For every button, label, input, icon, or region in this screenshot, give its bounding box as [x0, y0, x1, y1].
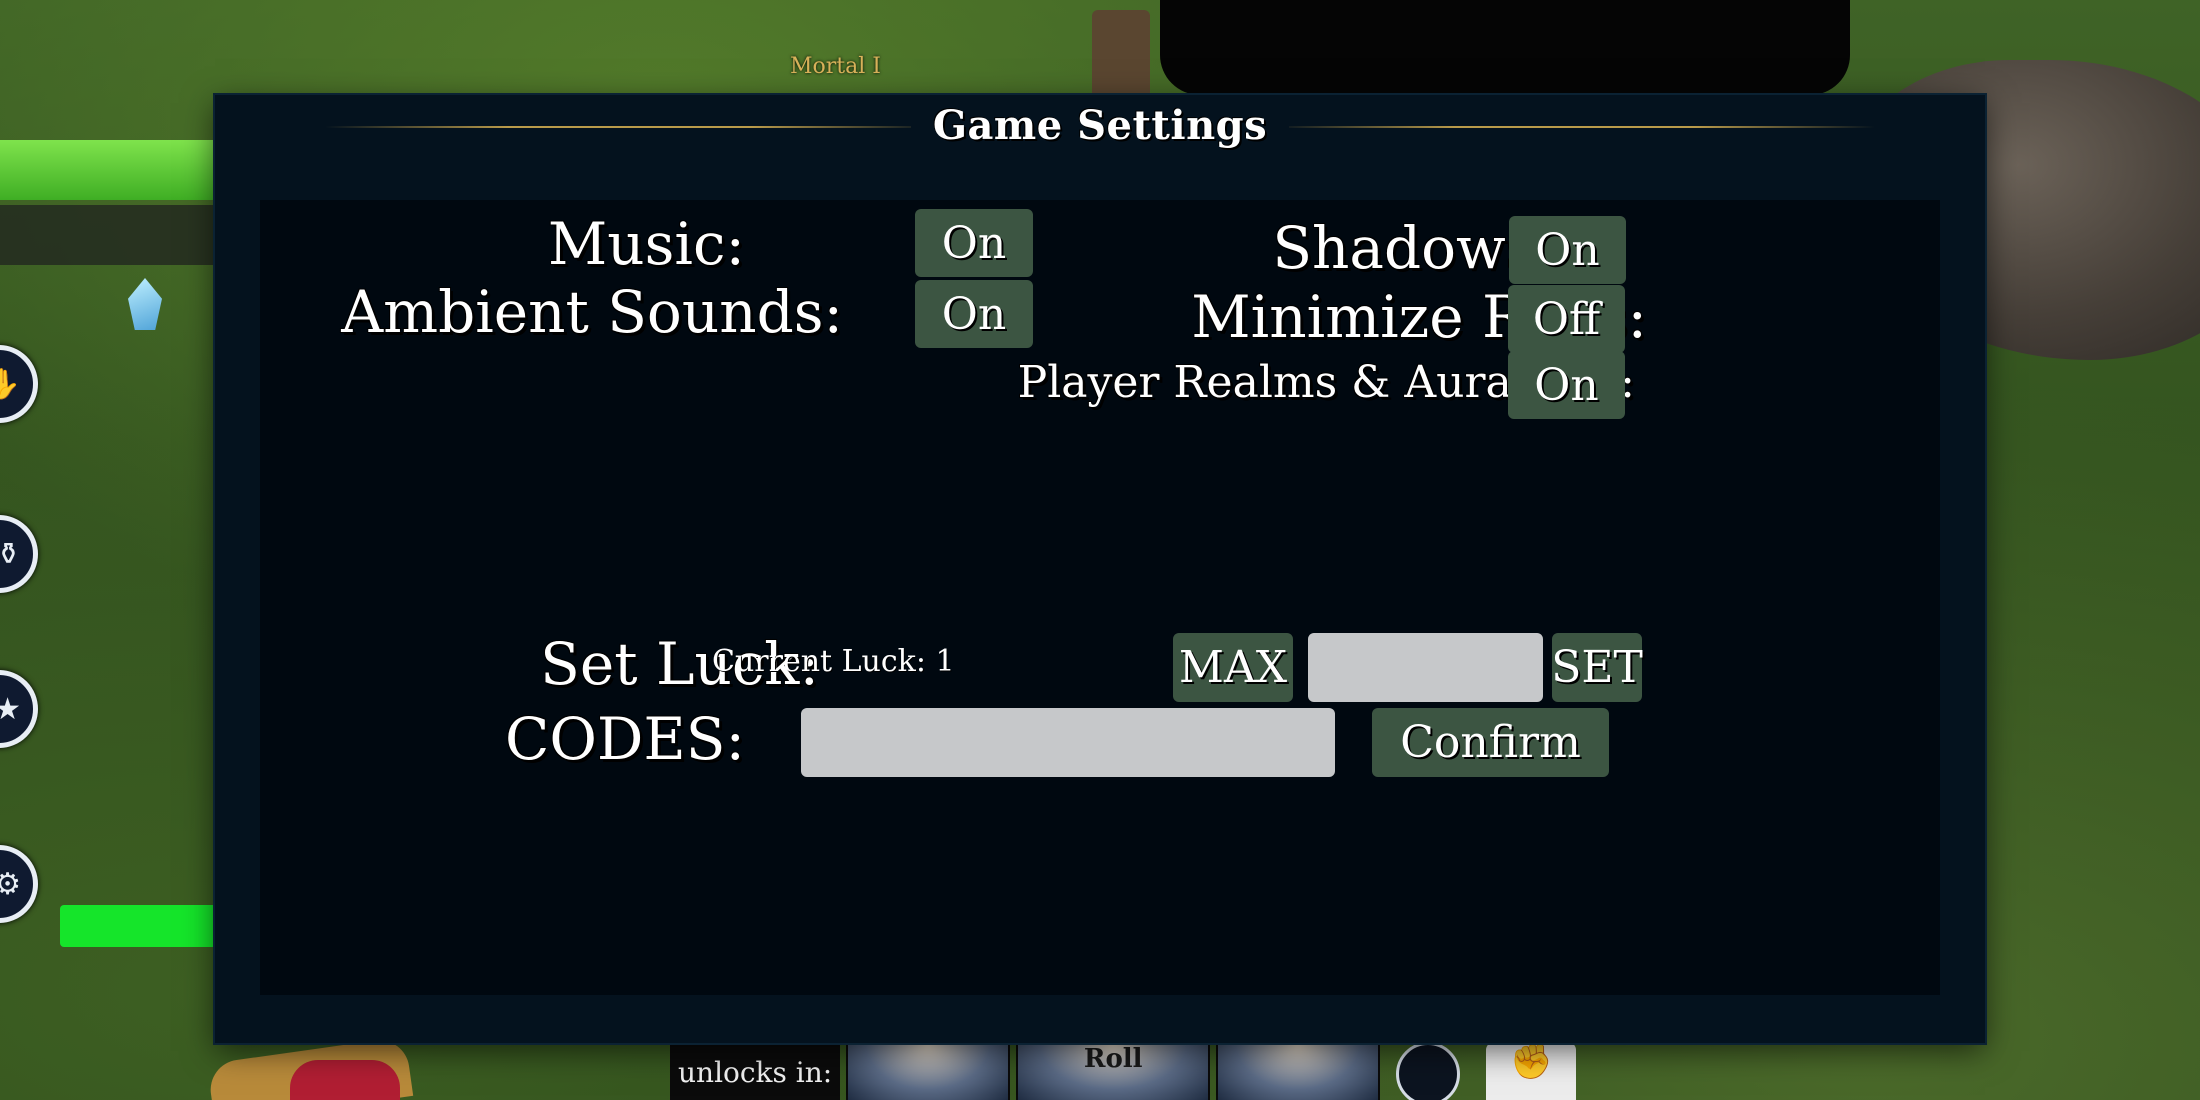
stamina-bar	[0, 205, 215, 265]
wooden-post	[1092, 10, 1150, 100]
potion-icon[interactable]: ⚱	[0, 515, 38, 593]
star-icon[interactable]: ★	[0, 670, 38, 748]
bottom-hotbar: unlocks in: Roll ✊	[670, 1042, 1577, 1100]
music-label: Music:	[547, 210, 745, 278]
ambient-sounds-label: Ambient Sounds:	[341, 278, 843, 346]
max-luck-button[interactable]: MAX	[1173, 633, 1293, 702]
progress-bar	[60, 905, 220, 947]
hotbar-tile[interactable]	[1216, 1042, 1381, 1100]
confirm-code-button[interactable]: Confirm	[1372, 708, 1609, 777]
player-nametag: Mortal I	[790, 54, 881, 79]
shadows-toggle[interactable]: On	[1509, 216, 1626, 284]
realms-aura-text-toggle[interactable]: On	[1508, 351, 1625, 419]
ambient-sounds-toggle[interactable]: On	[915, 280, 1033, 348]
roll-tile[interactable]: Roll	[1016, 1042, 1211, 1100]
settings-panel: Music: On Ambient Sounds: On Shadows: On…	[260, 200, 1940, 995]
title-row: Game Settings	[215, 95, 1985, 155]
window-title: Game Settings	[910, 101, 1290, 149]
dark-foliage	[1160, 0, 1850, 95]
inventory-bag-detail	[290, 1060, 400, 1100]
settings-window: Game Settings Music: On Ambient Sounds: …	[215, 95, 1985, 1043]
health-bar	[0, 140, 215, 200]
codes-label: CODES:	[504, 705, 745, 773]
fist-icon[interactable]: ✊	[1486, 1042, 1577, 1100]
hotbar-tile[interactable]	[846, 1042, 1011, 1100]
set-luck-button[interactable]: SET	[1551, 633, 1643, 702]
gear-icon[interactable]: ⚙	[0, 845, 38, 923]
unlocks-label: unlocks in:	[670, 1042, 841, 1100]
hotbar-circle-icon[interactable]	[1396, 1042, 1461, 1100]
music-toggle[interactable]: On	[915, 209, 1033, 277]
minimize-rolls-toggle[interactable]: Off	[1508, 285, 1625, 353]
current-luck-text: Current Luck: 1	[712, 644, 955, 679]
codes-input[interactable]	[801, 708, 1335, 777]
crystal-icon	[128, 278, 162, 330]
luck-input[interactable]	[1308, 633, 1543, 702]
hand-icon[interactable]: ✋	[0, 345, 38, 423]
